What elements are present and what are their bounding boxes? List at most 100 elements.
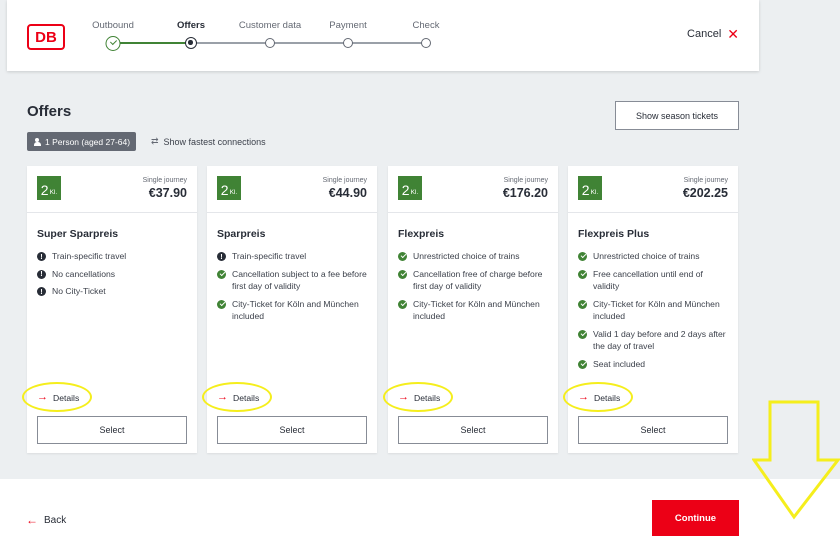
feature-item: No cancellations bbox=[37, 268, 189, 281]
feature-item: Train-specific travel bbox=[37, 250, 189, 263]
check-icon bbox=[398, 299, 407, 309]
feature-list: Unrestricted choice of trains Cancellati… bbox=[398, 250, 550, 328]
select-button[interactable]: Select bbox=[578, 416, 728, 444]
details-label: Details bbox=[53, 392, 80, 403]
person-icon bbox=[33, 137, 41, 146]
check-icon bbox=[578, 252, 587, 261]
details-link[interactable]: → Details bbox=[383, 382, 453, 412]
check-icon bbox=[398, 252, 407, 261]
passenger-label: 1 Person (aged 27-64) bbox=[45, 136, 131, 147]
check-icon bbox=[578, 329, 587, 339]
check-icon bbox=[217, 299, 226, 309]
feature-item: Unrestricted choice of trains bbox=[398, 250, 550, 263]
passenger-chip[interactable]: 1 Person (aged 27-64) bbox=[27, 132, 137, 151]
step-dot-icon bbox=[343, 38, 353, 48]
details-link[interactable]: → Details bbox=[202, 382, 272, 412]
feature-list: Unrestricted choice of trains Free cance… bbox=[578, 250, 730, 375]
class-number: 2 bbox=[401, 182, 410, 198]
back-button[interactable]: ← Back bbox=[26, 513, 66, 527]
close-icon: ✕ bbox=[727, 26, 739, 42]
feature-item: No City-Ticket bbox=[37, 285, 189, 298]
feature-item: Cancellation free of charge before first… bbox=[398, 268, 550, 293]
feature-item: Seat included bbox=[578, 358, 730, 371]
details-link[interactable]: → Details bbox=[22, 382, 92, 412]
cancel-button[interactable]: Cancel ✕ bbox=[687, 27, 739, 41]
price: €44.90 bbox=[328, 186, 367, 200]
step-label-offers: Offers bbox=[177, 20, 205, 31]
feature-item: Valid 1 day before and 2 days after the … bbox=[578, 328, 730, 353]
arrow-right-icon: → bbox=[217, 391, 228, 403]
progress-stepper: Outbound Offers Customer data Payment Ch… bbox=[7, 0, 759, 71]
arrow-right-icon: → bbox=[398, 391, 409, 403]
step-done-check-icon[interactable] bbox=[105, 35, 121, 51]
select-button[interactable]: Select bbox=[37, 416, 187, 444]
step-dot-icon bbox=[421, 38, 431, 48]
feature-text: Cancellation free of charge before first… bbox=[413, 268, 543, 292]
cancel-label: Cancel bbox=[687, 28, 722, 40]
show-fastest-connections-toggle[interactable]: ⇄ Show fastest connections bbox=[151, 136, 266, 147]
class-number: 2 bbox=[581, 182, 590, 198]
journey-type: Single journey bbox=[142, 177, 187, 184]
feature-text: Seat included bbox=[593, 358, 646, 369]
step-current-dot-icon bbox=[185, 37, 197, 49]
show-season-tickets-button[interactable]: Show season tickets bbox=[615, 101, 739, 130]
second-class-badge: 2 Kl. bbox=[217, 176, 241, 200]
feature-item: Free cancellation until end of validity bbox=[578, 268, 730, 293]
feature-text: Valid 1 day before and 2 days after the … bbox=[593, 328, 726, 352]
class-suffix: Kl. bbox=[410, 188, 419, 196]
booking-header: DB Outbound Offers Customer data Payment… bbox=[7, 0, 759, 71]
fare-name: Super Sparpreis bbox=[37, 228, 119, 240]
feature-text: Cancellation subject to a fee before fir… bbox=[232, 268, 367, 292]
check-icon bbox=[578, 359, 587, 369]
second-class-badge: 2 Kl. bbox=[37, 176, 61, 200]
card-header: 2 Kl. Single journey €37.90 bbox=[27, 166, 197, 213]
step-label-payment: Payment bbox=[329, 20, 367, 31]
feature-item: City-Ticket for Köln and München include… bbox=[398, 298, 550, 323]
feature-text: City-Ticket for Köln and München include… bbox=[593, 298, 720, 322]
class-number: 2 bbox=[220, 182, 229, 198]
class-suffix: Kl. bbox=[590, 188, 599, 196]
step-label-outbound: Outbound bbox=[92, 20, 134, 31]
details-label: Details bbox=[233, 392, 260, 403]
feature-text: City-Ticket for Köln and München include… bbox=[413, 298, 540, 322]
step-connector bbox=[191, 42, 425, 44]
fastest-label: Show fastest connections bbox=[163, 136, 266, 147]
price: €37.90 bbox=[148, 186, 187, 200]
card-header: 2 Kl. Single journey €202.25 bbox=[568, 166, 738, 213]
second-class-badge: 2 Kl. bbox=[578, 176, 602, 200]
feature-text: No cancellations bbox=[52, 268, 116, 279]
feature-text: Unrestricted choice of trains bbox=[593, 251, 700, 261]
select-button[interactable]: Select bbox=[217, 416, 367, 444]
check-icon bbox=[217, 269, 226, 279]
feature-text: No City-Ticket bbox=[52, 286, 106, 296]
step-label-check: Check bbox=[412, 20, 440, 31]
check-icon bbox=[578, 299, 587, 309]
fare-name: Flexpreis Plus bbox=[578, 228, 650, 240]
offer-card-flexpreis-plus: 2 Kl. Single journey €202.25 Flexpreis Pl… bbox=[563, 166, 738, 453]
feature-text: Train-specific travel bbox=[52, 251, 127, 261]
back-label: Back bbox=[44, 514, 67, 526]
feature-text: Free cancellation until end of validity bbox=[593, 268, 703, 292]
warning-icon bbox=[217, 251, 226, 263]
feature-item: Cancellation subject to a fee before fir… bbox=[217, 268, 369, 293]
feature-list: Train-specific travel No cancellations N… bbox=[37, 250, 189, 303]
class-number: 2 bbox=[40, 182, 49, 198]
select-button[interactable]: Select bbox=[398, 416, 548, 444]
feature-list: Train-specific travel Cancellation subje… bbox=[217, 250, 369, 328]
feature-item: City-Ticket for Köln and München include… bbox=[217, 298, 369, 323]
card-header: 2 Kl. Single journey €44.90 bbox=[207, 166, 377, 213]
feature-text: Train-specific travel bbox=[232, 251, 307, 261]
fare-name: Sparpreis bbox=[217, 228, 266, 240]
offer-card-flexpreis: 2 Kl. Single journey €176.20 Flexpreis Un… bbox=[383, 166, 558, 453]
feature-item: Unrestricted choice of trains bbox=[578, 250, 730, 263]
price: €176.20 bbox=[502, 186, 548, 200]
continue-button[interactable]: Continue bbox=[652, 500, 739, 536]
arrow-left-icon: ← bbox=[26, 513, 38, 527]
step-connector bbox=[113, 42, 191, 44]
step-label-customer-data: Customer data bbox=[238, 20, 302, 31]
feature-item: Train-specific travel bbox=[217, 250, 369, 263]
details-link[interactable]: → Details bbox=[563, 382, 633, 412]
journey-type: Single journey bbox=[503, 177, 548, 184]
journey-type: Single journey bbox=[322, 177, 367, 184]
feature-text: Unrestricted choice of trains bbox=[413, 251, 520, 261]
